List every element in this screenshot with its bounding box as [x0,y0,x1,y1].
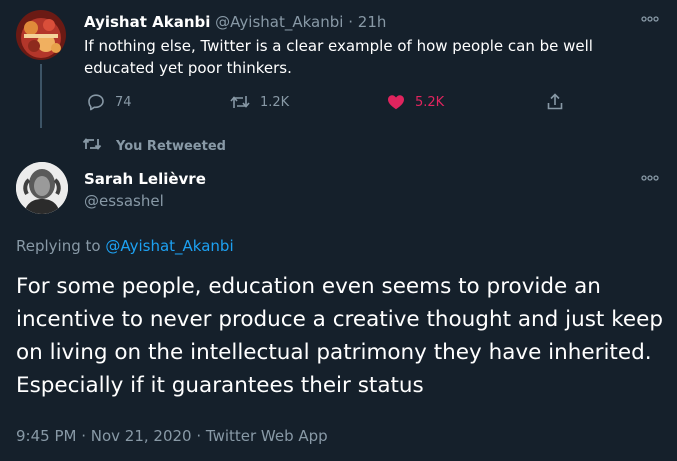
replying-to-prefix: Replying to [16,237,101,255]
more-icon[interactable] [640,173,660,183]
more-icon[interactable] [640,14,660,24]
reply-icon [86,92,106,112]
parent-author-name[interactable]: Ayishat Akanbi [84,13,210,31]
reply-button[interactable]: 74 [86,92,132,112]
like-button[interactable]: 5.2K [386,92,444,112]
share-icon [545,92,565,112]
retweet-count: 1.2K [260,94,290,110]
parent-tweet-text: If nothing else, Twitter is a clear exam… [84,37,593,77]
retweet-icon [82,136,102,156]
avatar-ayishat-akanbi[interactable] [16,10,66,60]
heart-filled-icon [386,92,406,112]
like-count: 5.2K [415,94,445,110]
header-separator: · [348,13,353,31]
main-tweet-text: For some people, education even seems to… [16,274,663,398]
reply-count: 74 [115,94,132,110]
main-author-name[interactable]: Sarah Lelièvre [84,169,206,189]
you-retweeted-label: You Retweeted [82,137,226,155]
parent-author-handle[interactable]: @Ayishat_Akanbi [215,13,343,31]
tweet-timestamp-and-source[interactable]: 9:45 PM · Nov 21, 2020 · Twitter Web App [16,426,328,446]
avatar-sarah-lelievre[interactable] [16,162,68,214]
parent-tweet-header: Ayishat Akanbi @Ayishat_Akanbi · 21h [84,12,386,32]
retweet-button[interactable]: 1.2K [229,92,289,112]
thread-connector-line [40,64,42,128]
main-author-handle[interactable]: @essashel [84,191,164,211]
retweet-icon [229,92,251,112]
replying-to-line: Replying to @Ayishat_Akanbi [16,236,234,256]
share-button[interactable] [545,92,565,112]
replying-to-link[interactable]: @Ayishat_Akanbi [105,237,233,255]
you-retweeted-text: You Retweeted [116,138,226,154]
parent-tweet-time[interactable]: 21h [358,13,387,31]
